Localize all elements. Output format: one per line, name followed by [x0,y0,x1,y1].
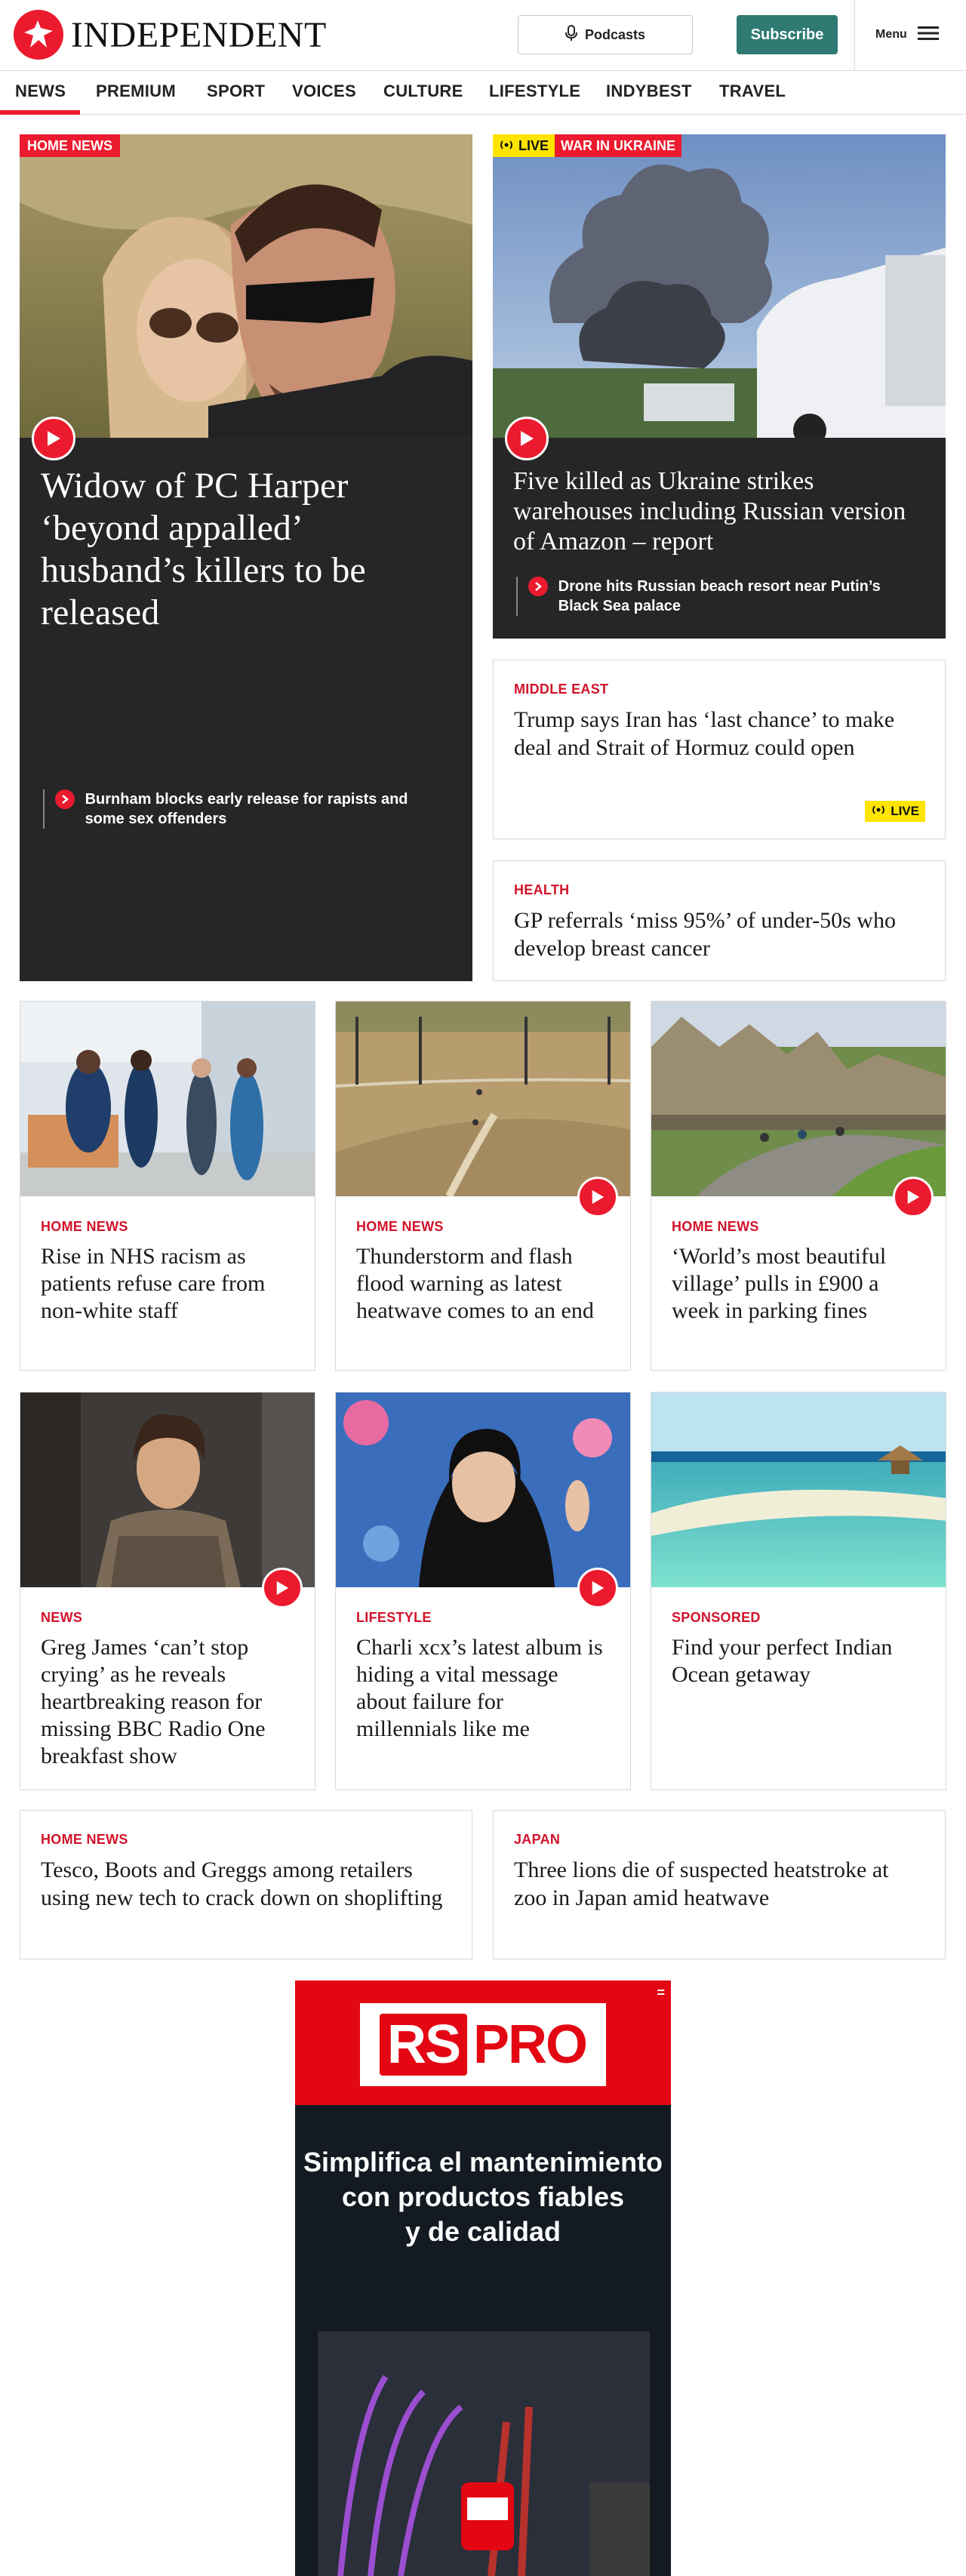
live-story-tags: LIVE WAR IN UKRAINE [493,134,682,157]
story-card[interactable]: HEALTH GP referrals ‘miss 95%’ of under-… [493,860,946,981]
nav-item-voices[interactable]: VOICES [292,82,356,101]
nav-active-indicator [0,110,80,115]
story-card[interactable]: HOME NEWS Rise in NHS racism as patients… [20,1001,315,1371]
ad-line-3: y de calidad [405,2216,561,2247]
story-card[interactable]: NEWS Greg James ‘can’t stop crying’ as h… [20,1392,315,1790]
story-tag: LIFESTYLE [356,1610,432,1625]
related-headline: Drone hits Russian beach resort near Put… [558,578,881,614]
logo-rs: RS [379,2014,467,2076]
site-logo[interactable]: INDEPENDENT [14,9,327,60]
live-story-related-link[interactable]: Drone hits Russian beach resort near Put… [516,577,924,616]
story-headline: GP referrals ‘miss 95%’ of under-50s who… [514,908,896,961]
story-image [336,1002,630,1196]
nav-item-indybest[interactable]: INDYBEST [606,82,692,101]
story-headline: Charli xcx’s latest album is hiding a vi… [356,1635,603,1741]
nav-item-premium[interactable]: PREMIUM [96,82,176,101]
lead-story-headline[interactable]: Widow of PC Harper ‘beyond appalled’ hus… [41,465,448,634]
ad-options-icon[interactable]: = [657,1985,665,2001]
story-tag: JAPAN [514,1832,561,1847]
story-card[interactable]: HOME NEWS Tesco, Boots and Greggs among … [20,1810,472,1959]
live-story-image: LIVE WAR IN UKRAINE [493,134,946,438]
live-badge: LIVE [493,134,555,157]
broadcast-icon [871,804,886,819]
ad-line-2: con productos fiables [341,2181,625,2212]
menu-label: Menu [875,28,907,41]
story-image [20,1002,315,1196]
story-tag: HOME NEWS [41,1832,128,1847]
logo-pro: PRO [473,2014,588,2075]
site-header: INDEPENDENT Podcasts Subscribe Menu [0,0,966,71]
nav-item-travel[interactable]: TRAVEL [719,82,786,101]
story-card[interactable]: HOME NEWS Thunderstorm and flash flood w… [335,1001,631,1371]
story-tag: HOME NEWS [356,1219,444,1234]
story-card[interactable]: LIFESTYLE Charli xcx’s latest album is h… [335,1392,631,1790]
broadcast-icon [499,138,514,154]
story-tag: MIDDLE EAST [514,682,609,697]
advertisement[interactable]: RS PRO = Simplifica el mantenimiento con… [295,1980,671,2576]
lead-story-card[interactable]: HOME NEWS Widow of PC Harper ‘beyond app… [20,134,472,981]
related-divider [516,577,518,616]
podcasts-button[interactable]: Podcasts [518,15,693,54]
story-tag: HOME NEWS [672,1219,759,1234]
video-play-icon[interactable] [32,417,75,460]
video-play-icon[interactable] [893,1177,934,1217]
story-tag: HEALTH [514,882,570,897]
story-card[interactable]: JAPAN Three lions die of suspected heats… [493,1810,946,1959]
microphone-icon [565,24,577,45]
nav-item-news[interactable]: NEWS [15,82,66,101]
live-story-tag: WAR IN UKRAINE [555,134,682,157]
live-story-card[interactable]: LIVE WAR IN UKRAINE Five killed as Ukrai… [493,134,946,639]
live-story-headline[interactable]: Five killed as Ukraine strikes warehouse… [513,466,921,557]
story-image [651,1393,946,1587]
ad-copy: Simplifica el mantenimiento con producto… [295,2145,671,2249]
nav-item-culture[interactable]: CULTURE [383,82,463,101]
eagle-icon [14,10,63,60]
story-headline: Find your perfect Indian Ocean getaway [672,1635,893,1687]
story-headline: Rise in NHS racism as patients refuse ca… [41,1244,266,1323]
story-headline: Tesco, Boots and Greggs among retailers … [41,1857,443,1910]
story-tag: NEWS [41,1610,83,1625]
story-headline: Trump says Iran has ‘last chance’ to mak… [514,707,895,760]
related-divider [43,789,45,829]
subscribe-button[interactable]: Subscribe [737,15,838,54]
ad-banner-top: RS PRO = [295,1980,671,2105]
live-label: LIVE [518,137,549,153]
nav-item-lifestyle[interactable]: LIFESTYLE [489,82,580,101]
rs-pro-logo: RS PRO [360,2003,606,2086]
header-divider [854,0,855,71]
related-headline: Burnham blocks early release for rapists… [85,791,408,827]
chevron-right-icon [54,789,75,809]
story-image [336,1393,630,1587]
video-play-icon[interactable] [262,1568,303,1608]
chevron-right-icon [528,577,548,596]
video-play-icon[interactable] [505,417,549,460]
story-card[interactable]: HOME NEWS ‘World’s most beautiful villag… [651,1001,946,1371]
ad-line-1: Simplifica el mantenimiento [303,2147,663,2177]
section-nav: NEWS PREMIUM SPORT VOICES CULTURE LIFEST… [0,71,966,115]
story-headline: Three lions die of suspected heatstroke … [514,1857,889,1910]
story-image [20,1393,315,1587]
story-headline: Greg James ‘can’t stop crying’ as he rev… [41,1635,266,1768]
menu-button[interactable]: Menu [875,20,939,50]
video-play-icon[interactable] [577,1568,618,1608]
story-tag: HOME NEWS [41,1219,128,1234]
story-card[interactable]: SPONSORED Find your perfect Indian Ocean… [651,1392,946,1790]
story-tag: SPONSORED [672,1610,761,1625]
podcasts-label: Podcasts [584,26,646,42]
story-headline: Thunderstorm and flash flood warning as … [356,1244,594,1323]
lead-story-tag: HOME NEWS [20,134,121,157]
story-card[interactable]: MIDDLE EAST Trump says Iran has ‘last ch… [493,660,946,839]
lead-story-related-link[interactable]: Burnham blocks early release for rapists… [43,789,451,829]
live-badge: LIVE [865,801,925,822]
live-label: LIVE [891,804,919,818]
video-play-icon[interactable] [577,1177,618,1217]
story-headline: ‘World’s most beautiful village’ pulls i… [672,1244,887,1323]
story-image [651,1002,946,1196]
logo-text: INDEPENDENT [71,14,327,55]
lead-story-image: HOME NEWS [20,134,472,438]
hamburger-icon [917,26,939,45]
nav-item-sport[interactable]: SPORT [207,82,265,101]
